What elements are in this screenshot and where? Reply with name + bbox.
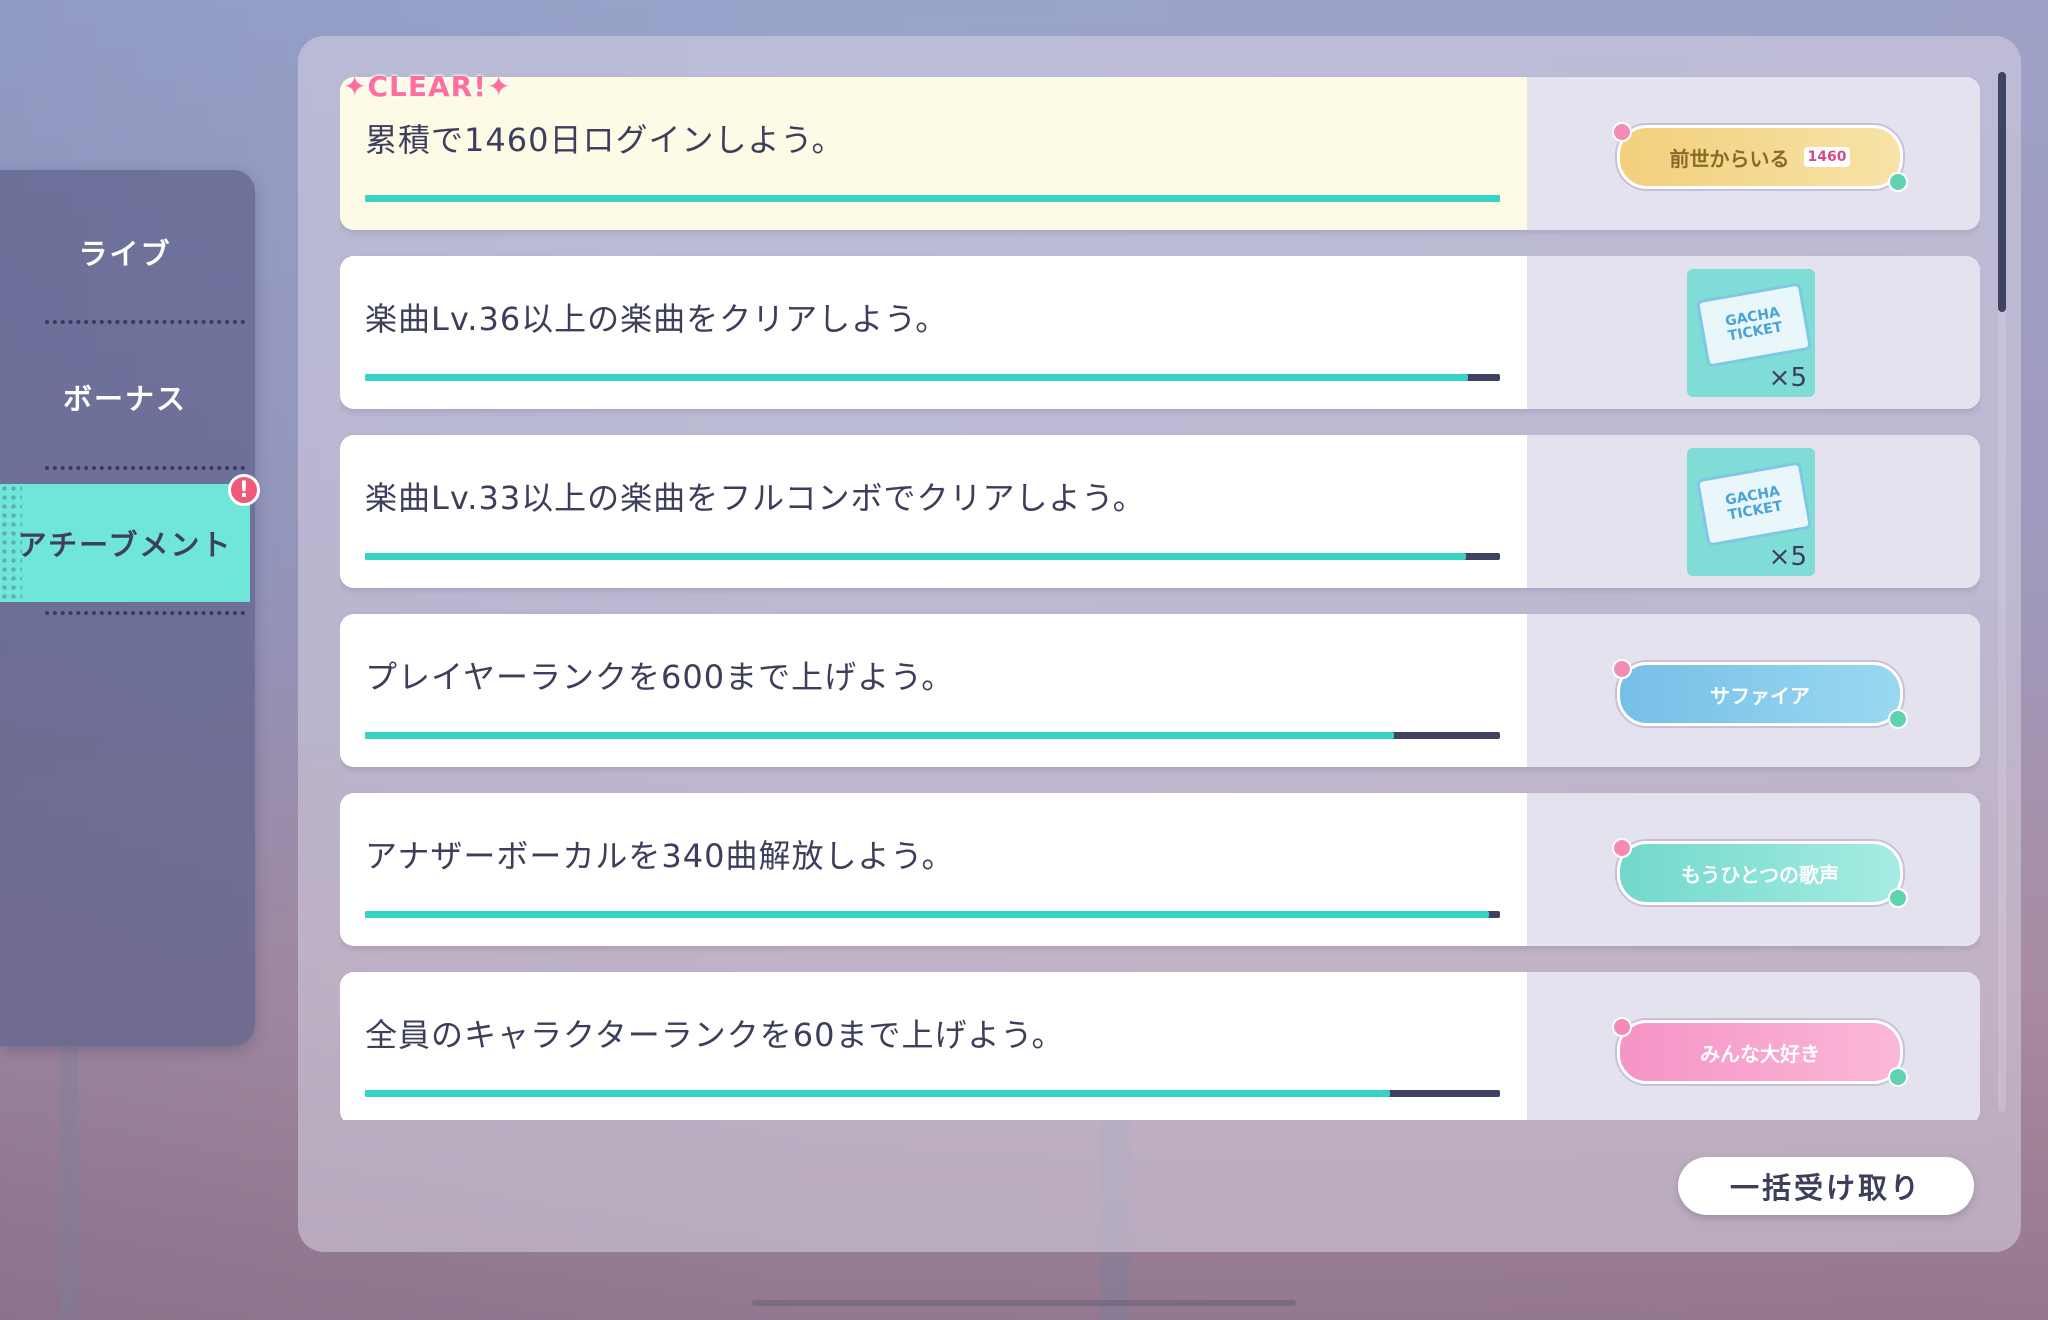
- sidebar-item-label: ボーナス: [62, 382, 187, 416]
- mission-row[interactable]: アナザーボーカルを340曲解放しよう。 もうひとつの歌声: [340, 793, 1980, 946]
- banner-label: 前世からいる: [1669, 146, 1790, 171]
- progress-bar: [365, 732, 1500, 739]
- ticket-icon: GACHA TICKET: [1695, 282, 1813, 368]
- reward-count: ×5: [1768, 363, 1807, 393]
- flower-icon: [1888, 888, 1908, 908]
- progress-bar: [365, 911, 1500, 918]
- sidebar-divider: [45, 611, 245, 615]
- mission-row[interactable]: 累積で1460日ログインしよう。 前世からいる 1460: [340, 77, 1980, 230]
- scrollbar[interactable]: [1998, 72, 2006, 1112]
- banner-label: サファイア: [1710, 683, 1810, 708]
- sidebar-item-achievement[interactable]: アチーブメント: [0, 484, 250, 602]
- mission-row[interactable]: 全員のキャラクターランクを60まで上げよう。 みんな大好き: [340, 972, 1980, 1120]
- mission-title: 楽曲Lv.33以上の楽曲をフルコンボでクリアしよう。: [365, 479, 1146, 517]
- flower-icon: [1612, 659, 1632, 679]
- title-banner-reward: 前世からいる 1460: [1612, 122, 1908, 192]
- reward-slot[interactable]: サファイア: [1527, 614, 1980, 767]
- mission-info: 全員のキャラクターランクを60まで上げよう。: [340, 972, 1527, 1120]
- gacha-ticket-reward: GACHA TICKET ×5: [1687, 269, 1815, 397]
- alert-badge: !: [228, 474, 260, 506]
- flower-icon: [1888, 172, 1908, 192]
- mission-row[interactable]: 楽曲Lv.33以上の楽曲をフルコンボでクリアしよう。 GACHA TICKET …: [340, 435, 1980, 588]
- mission-list[interactable]: 累積で1460日ログインしよう。 前世からいる 1460 楽曲Lv.36以上の楽…: [340, 60, 1980, 1120]
- title-banner-reward: もうひとつの歌声: [1612, 838, 1908, 908]
- mission-info: プレイヤーランクを600まで上げよう。: [340, 614, 1527, 767]
- sidebar-item-label: アチーブメント: [17, 528, 233, 562]
- mission-info: 楽曲Lv.36以上の楽曲をクリアしよう。: [340, 256, 1527, 409]
- flower-icon: [1888, 709, 1908, 729]
- flower-icon: [1612, 122, 1632, 142]
- mission-row[interactable]: 楽曲Lv.36以上の楽曲をクリアしよう。 GACHA TICKET ×5: [340, 256, 1980, 409]
- scrollbar-thumb[interactable]: [1998, 72, 2006, 312]
- sidebar-divider: [45, 466, 245, 470]
- mission-title: 累積で1460日ログインしよう。: [365, 121, 845, 159]
- reward-slot[interactable]: 前世からいる 1460: [1527, 77, 1980, 230]
- reward-slot[interactable]: もうひとつの歌声: [1527, 793, 1980, 946]
- banner-label: もうひとつの歌声: [1681, 862, 1839, 887]
- flower-icon: [1888, 1067, 1908, 1087]
- reward-slot[interactable]: みんな大好き: [1527, 972, 1980, 1120]
- progress-bar: [365, 374, 1500, 381]
- reward-slot[interactable]: GACHA TICKET ×5: [1527, 435, 1980, 588]
- sidebar-item-label: ライブ: [78, 237, 172, 271]
- background-pole: [60, 1040, 78, 1320]
- clear-label: ✦CLEAR!✦: [343, 70, 512, 103]
- mission-row[interactable]: プレイヤーランクを600まで上げよう。 サファイア: [340, 614, 1980, 767]
- mission-info: アナザーボーカルを340曲解放しよう。: [340, 793, 1527, 946]
- mission-title: 全員のキャラクターランクを60まで上げよう。: [365, 1016, 1065, 1054]
- mission-title: アナザーボーカルを340曲解放しよう。: [365, 837, 955, 875]
- progress-bar: [365, 1090, 1500, 1097]
- ticket-icon: GACHA TICKET: [1695, 461, 1813, 547]
- flower-icon: [1612, 1017, 1632, 1037]
- sidebar-divider: [45, 320, 245, 324]
- sidebar-item-bonus[interactable]: ボーナス: [0, 338, 250, 456]
- sidebar-item-live[interactable]: ライブ: [0, 193, 250, 311]
- home-indicator: [752, 1300, 1296, 1306]
- flower-icon: [1612, 838, 1632, 858]
- mission-info: 累積で1460日ログインしよう。: [340, 77, 1527, 230]
- banner-extra: 1460: [1803, 147, 1851, 167]
- progress-bar: [365, 553, 1500, 560]
- mission-title: プレイヤーランクを600まで上げよう。: [365, 658, 955, 696]
- claim-all-button[interactable]: 一括受け取り: [1678, 1157, 1974, 1215]
- mission-info: 楽曲Lv.33以上の楽曲をフルコンボでクリアしよう。: [340, 435, 1527, 588]
- banner-label: みんな大好き: [1700, 1041, 1820, 1066]
- title-banner-reward: サファイア: [1612, 659, 1908, 729]
- progress-bar: [365, 195, 1500, 202]
- reward-slot[interactable]: GACHA TICKET ×5: [1527, 256, 1980, 409]
- gacha-ticket-reward: GACHA TICKET ×5: [1687, 448, 1815, 576]
- reward-count: ×5: [1768, 542, 1807, 572]
- mission-title: 楽曲Lv.36以上の楽曲をクリアしよう。: [365, 300, 949, 338]
- title-banner-reward: みんな大好き: [1612, 1017, 1908, 1087]
